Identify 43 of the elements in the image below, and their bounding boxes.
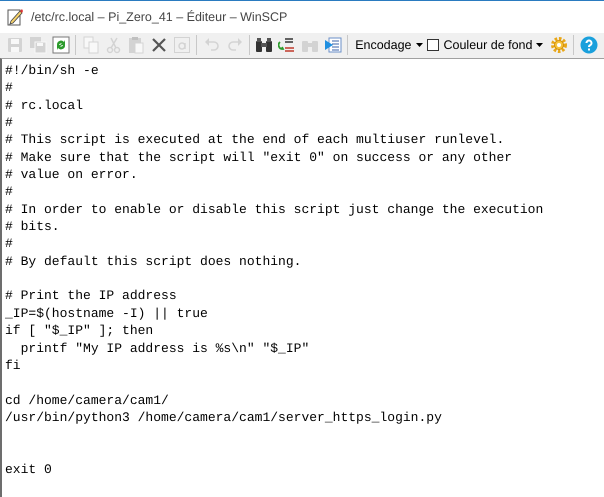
- refresh-button[interactable]: [50, 34, 72, 56]
- select-all-icon: [173, 36, 192, 54]
- code-line: # In order to enable or disable this script just change the execution: [5, 200, 544, 218]
- code-line: printf "My IP address is %s\n" "$_IP": [20, 340, 310, 357]
- clipboard-icon: [127, 36, 146, 54]
- save-icon: [6, 36, 24, 54]
- window-title: /etc/rc.local – Pi_Zero_41 – Éditeur – WinSCP: [31, 10, 288, 24]
- replace-icon: [278, 36, 296, 54]
- redo-icon: [226, 36, 244, 54]
- code-line: # Make sure that the script will "exit 0" on success or any other: [5, 148, 512, 166]
- code-line: #!/bin/sh -e: [5, 62, 99, 80]
- code-line: #: [5, 183, 13, 201]
- help-icon: [580, 36, 598, 54]
- caret-icon: [416, 43, 422, 47]
- binoculars-icon: [255, 36, 274, 54]
- background-color-dropdown[interactable]: Couleur de fond: [444, 34, 548, 56]
- code-line: if [ "$_IP" ]; then: [5, 322, 154, 340]
- code-line: fi: [5, 356, 21, 374]
- code-line: # bits.: [5, 218, 60, 236]
- notepad-icon: [7, 8, 23, 26]
- encoding-dropdown[interactable]: Encodage: [351, 34, 426, 56]
- copy-icon: [82, 36, 100, 54]
- code-line: #: [5, 114, 13, 132]
- code-line: #: [5, 235, 13, 253]
- code-line: _IP=$(hostname -I) || true: [5, 304, 208, 322]
- delete-icon: [150, 36, 168, 54]
- code-line: # By default this script does nothing.: [5, 252, 302, 270]
- checkbox[interactable]: [426, 39, 438, 51]
- refresh-icon: [52, 36, 70, 54]
- code-line: # Print the IP address: [5, 287, 177, 305]
- code-line: /usr/bin/python3 /home/camera/cam1/server_https_login.py: [5, 408, 442, 426]
- gear-icon: [550, 36, 568, 54]
- undo-icon: [202, 36, 221, 54]
- code-line: cd /home/camera/cam1/: [5, 392, 169, 409]
- code-line: exit 0: [5, 460, 52, 478]
- go-to-line-icon: [324, 36, 342, 54]
- save-all-icon: [29, 36, 48, 54]
- scissors-icon: [104, 36, 123, 54]
- code-line: # This script is executed at the end of each multiuser runlevel.: [5, 131, 504, 149]
- code-line: #: [5, 79, 13, 97]
- code-line: # value on error.: [5, 166, 138, 184]
- code-line: # rc.local: [5, 96, 84, 114]
- caret-icon: [536, 43, 544, 47]
